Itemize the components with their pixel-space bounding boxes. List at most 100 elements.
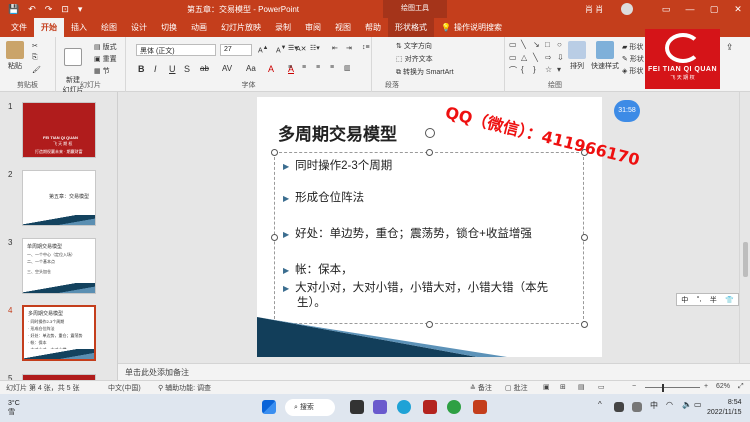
curve-shape-icon[interactable]: ⌒ [509,65,519,78]
slide-title[interactable]: 多周期交易模型 [278,120,397,145]
scroll-thumb[interactable] [743,242,748,277]
ime-width[interactable]: 半 [710,295,717,305]
bullet-item[interactable]: ▶ 同时操作2-3个周期 [283,157,392,173]
italic-button[interactable]: I [154,64,157,74]
zoom-in-icon[interactable]: + [704,383,708,390]
tab-shape-format[interactable]: 形状格式 [388,18,434,37]
slide-thumbnail-2[interactable]: 第五章：交易模型 [22,170,96,226]
bullet-item[interactable]: ▶ 形成仓位阵法 [283,189,364,205]
reading-view-icon[interactable]: ▤ [578,383,585,391]
system-clock[interactable]: 8:54 2022/11/15 [707,398,742,418]
avatar[interactable] [621,3,633,15]
powerpoint-icon[interactable] [473,400,487,414]
minimize-icon[interactable]: — [678,0,702,18]
redo-icon[interactable]: ↷ [45,4,53,15]
chat-icon[interactable] [373,400,387,414]
undo-icon[interactable]: ↶ [28,4,36,15]
highlight-button[interactable]: A [268,64,274,74]
language-status[interactable]: 中文(中国) [108,383,141,393]
zoom-slider[interactable] [645,387,700,388]
slideshow-view-icon[interactable]: ▭ [598,383,605,391]
notes-button[interactable]: ≙ 备注 [470,383,492,393]
ribbon-display-icon[interactable]: ▭ [654,0,678,18]
tab-animations[interactable]: 动画 [184,18,214,37]
font-name-select[interactable]: 黑体 (正文) [136,44,216,56]
shape-outline-button[interactable]: ✎ 形状 [622,54,644,64]
resize-handle[interactable] [271,234,278,241]
cut-icon[interactable]: ✂ [32,42,38,50]
resize-handle[interactable] [581,234,588,241]
tab-help[interactable]: 帮助 [358,18,388,37]
ime-mode[interactable]: 中 [681,295,688,305]
user-name[interactable]: 肖 肖 [585,4,603,15]
bold-button[interactable]: B [138,64,145,74]
section-button[interactable]: ▦ 节 [94,66,110,76]
sorter-view-icon[interactable]: ⊞ [560,383,566,391]
paste-button[interactable]: 粘贴 [6,41,24,71]
shape-effects-button[interactable]: ◈ 形状 [622,66,643,76]
tab-insert[interactable]: 插入 [64,18,94,37]
zoom-out-icon[interactable]: − [632,383,636,390]
notes-placeholder[interactable]: 单击此处添加备注 [125,367,189,378]
char-spacing-button[interactable]: AV [222,64,232,73]
ime-toolbar[interactable]: 中 °, 半 👕 [676,293,739,306]
tab-transitions[interactable]: 切换 [154,18,184,37]
tab-record[interactable]: 录制 [268,18,298,37]
brace-right-shape-icon[interactable]: } [533,65,543,78]
rotate-handle-icon[interactable] [425,128,435,138]
strikethrough-button[interactable]: ab [200,64,209,73]
tray-app-icon[interactable] [614,402,624,412]
rect2-shape-icon[interactable]: ▭ [509,53,519,64]
decrease-indent-icon[interactable]: ⇤ [332,44,338,52]
close-icon[interactable]: ✕ [726,0,750,18]
battery-icon[interactable]: ▭ [694,400,708,414]
bullet-item[interactable]: ▶ 帐：保本， [283,261,353,277]
underline-button[interactable]: U [169,64,176,74]
align-center-icon[interactable]: ≡ [302,64,306,71]
grow-font-icon[interactable]: A▲ [258,45,268,54]
start-icon[interactable] [262,400,276,414]
reset-button[interactable]: ▣ 重置 [94,54,117,64]
tab-draw[interactable]: 绘图 [94,18,124,37]
star-shape-icon[interactable]: ☆ [545,65,555,78]
line2-shape-icon[interactable]: ╲ [533,53,543,64]
tab-file[interactable]: 文件 [4,18,34,37]
justify-icon[interactable]: ≡ [330,64,334,71]
brace-left-shape-icon[interactable]: { [521,65,531,78]
bullet-item[interactable]: ▶ 好处：单边势，重仓；震荡势，锁仓+收益增强 [283,225,532,241]
share-icon[interactable]: ⇪ [726,42,734,53]
ime-punct[interactable]: °, [697,296,702,303]
line-spacing-icon[interactable]: ↕≡ [362,44,370,51]
save-icon[interactable]: 💾 [8,4,19,15]
normal-view-icon[interactable]: ▣ [543,383,550,391]
align-left-icon[interactable]: ≡ [288,64,292,71]
wechat-icon[interactable] [447,400,461,414]
tray-app-icon[interactable] [632,402,642,412]
copy-icon[interactable]: ⎘ [32,54,38,62]
zoom-slider-thumb[interactable] [662,384,664,392]
columns-icon[interactable]: ▥ [344,64,351,72]
zoom-level[interactable]: 62% [716,383,730,390]
right-arrow-shape-icon[interactable]: ⇨ [545,53,555,64]
arrange-button[interactable]: 排列 [566,41,588,71]
slide-thumbnail-1[interactable]: FEI TIAN QI QUAN 飞 天 期 权 打造期权赢未来 · 期赢财富 [22,102,96,158]
numbering-icon[interactable]: ☷▾ [310,44,320,52]
smartart-button[interactable]: ⧉ 转换为 SmartArt [396,67,454,77]
shapes-gallery[interactable]: ▭ ╲ ↘ □ ○ ▭ △ ╲ ⇨ ⇩ ⌒ { } ☆ ▾ [509,40,564,78]
shape-fill-button[interactable]: ▰ 形状 [622,42,643,52]
app-icon[interactable] [423,400,437,414]
present-icon[interactable]: ⊡ [61,4,69,15]
accessibility-status[interactable]: ⚲ 辅助功能: 调查 [158,383,211,393]
line-shape-icon[interactable]: ╲ [521,40,531,51]
tray-chevron-icon[interactable]: ^ [598,400,612,414]
bullet-item[interactable]: ▶ 大对小对，大对小错，小错大对，小错大错（本先 [283,279,548,295]
arrow-shape-icon[interactable]: ↘ [533,40,543,51]
weather-widget[interactable]: 3°C 雪 [8,399,20,417]
maximize-icon[interactable]: ▢ [702,0,726,18]
wifi-icon[interactable]: ◠ [666,400,680,414]
tab-review[interactable]: 审阅 [298,18,328,37]
ime-skin-icon[interactable]: 👕 [725,296,734,304]
tell-me-search[interactable]: 💡 操作说明搜索 [434,18,509,37]
tab-home[interactable]: 开始 [34,18,64,37]
triangle-shape-icon[interactable]: △ [521,53,531,64]
